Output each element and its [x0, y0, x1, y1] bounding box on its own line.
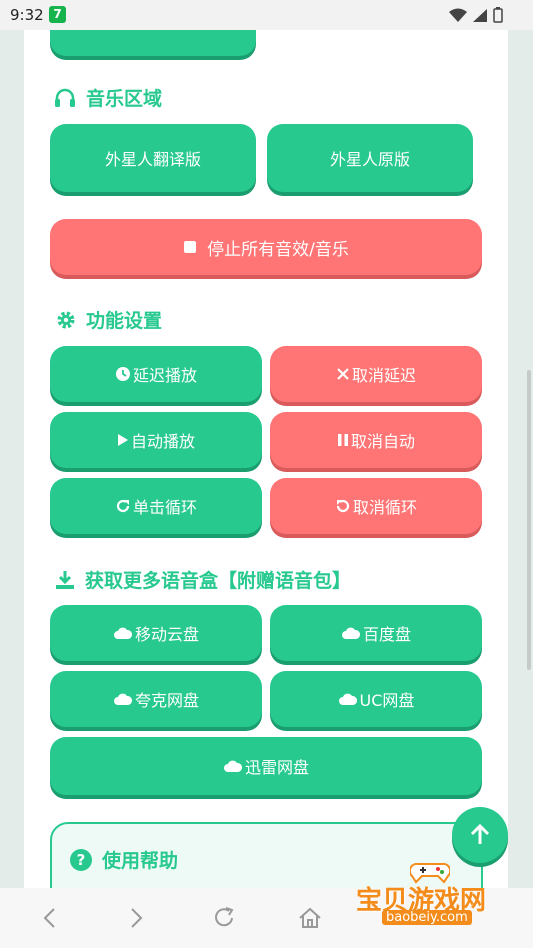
redo-icon — [115, 498, 131, 514]
undo-icon — [335, 498, 351, 514]
auto-play-button[interactable]: 自动播放 — [50, 412, 262, 468]
section-title-settings: 功能设置 — [56, 306, 162, 333]
partial-top-button[interactable] — [50, 30, 256, 56]
app-badge-icon: 7 — [49, 6, 66, 23]
forward-icon[interactable] — [126, 907, 146, 929]
back-to-top-button[interactable] — [452, 807, 508, 863]
back-icon[interactable] — [40, 907, 60, 929]
headphones-icon — [55, 88, 75, 107]
scrollbar[interactable] — [527, 370, 531, 670]
section-title-text: 功能设置 — [86, 310, 163, 332]
arrow-up-icon — [470, 823, 490, 844]
pause-icon — [337, 433, 349, 447]
stop-icon — [183, 240, 197, 254]
cloud-icon — [113, 626, 133, 640]
cloud-icon — [338, 692, 358, 706]
signal-icon — [473, 9, 488, 22]
section-title-music: 音乐区域 — [54, 84, 162, 111]
single-loop-button[interactable]: 单击循环 — [50, 478, 262, 534]
play-icon — [117, 433, 129, 447]
refresh-icon[interactable] — [212, 907, 236, 929]
section-title-text: 获取更多语音盒【附赠语音包】 — [85, 570, 352, 592]
cloud-icon — [223, 759, 243, 773]
home-icon[interactable] — [298, 907, 322, 929]
music-translated-button[interactable]: 外星人翻译版 — [50, 124, 256, 192]
download-icon — [56, 570, 74, 589]
music-original-button[interactable]: 外星人原版 — [267, 124, 473, 192]
gear-icon — [57, 311, 75, 328]
uc-pan-button[interactable]: UC网盘 — [270, 671, 482, 727]
wifi-icon — [449, 8, 468, 22]
help-title: ? 使用帮助 — [70, 846, 178, 873]
status-icons — [449, 7, 503, 27]
section-title-text: 音乐区域 — [86, 88, 163, 110]
status-bar: 9:32 7 — [0, 0, 533, 30]
delay-play-button[interactable]: 延迟播放 — [50, 346, 262, 402]
cancel-delay-button[interactable]: 取消延迟 — [270, 346, 482, 402]
question-icon: ? — [70, 848, 92, 871]
section-title-download: 获取更多语音盒【附赠语音包】 — [55, 566, 351, 593]
watermark-url: baobeiy.com — [382, 910, 472, 925]
cancel-loop-button[interactable]: 取消循环 — [270, 478, 482, 534]
close-icon — [336, 367, 350, 381]
clock-icon — [115, 366, 131, 382]
xunlei-pan-button[interactable]: 迅雷网盘 — [50, 737, 482, 795]
mobile-cloud-button[interactable]: 移动云盘 — [50, 605, 262, 661]
cancel-auto-button[interactable]: 取消自动 — [270, 412, 482, 468]
cloud-icon — [113, 692, 133, 706]
cloud-icon — [341, 626, 361, 640]
quark-pan-button[interactable]: 夸克网盘 — [50, 671, 262, 727]
baidu-pan-button[interactable]: 百度盘 — [270, 605, 482, 661]
content-sheet: 音乐区域 外星人翻译版 外星人原版 停止所有音效/音乐 功能设置 延迟播放 取消… — [24, 30, 508, 888]
battery-icon — [493, 7, 503, 23]
status-time: 9:32 — [10, 6, 44, 24]
stop-all-button[interactable]: 停止所有音效/音乐 — [50, 219, 482, 275]
